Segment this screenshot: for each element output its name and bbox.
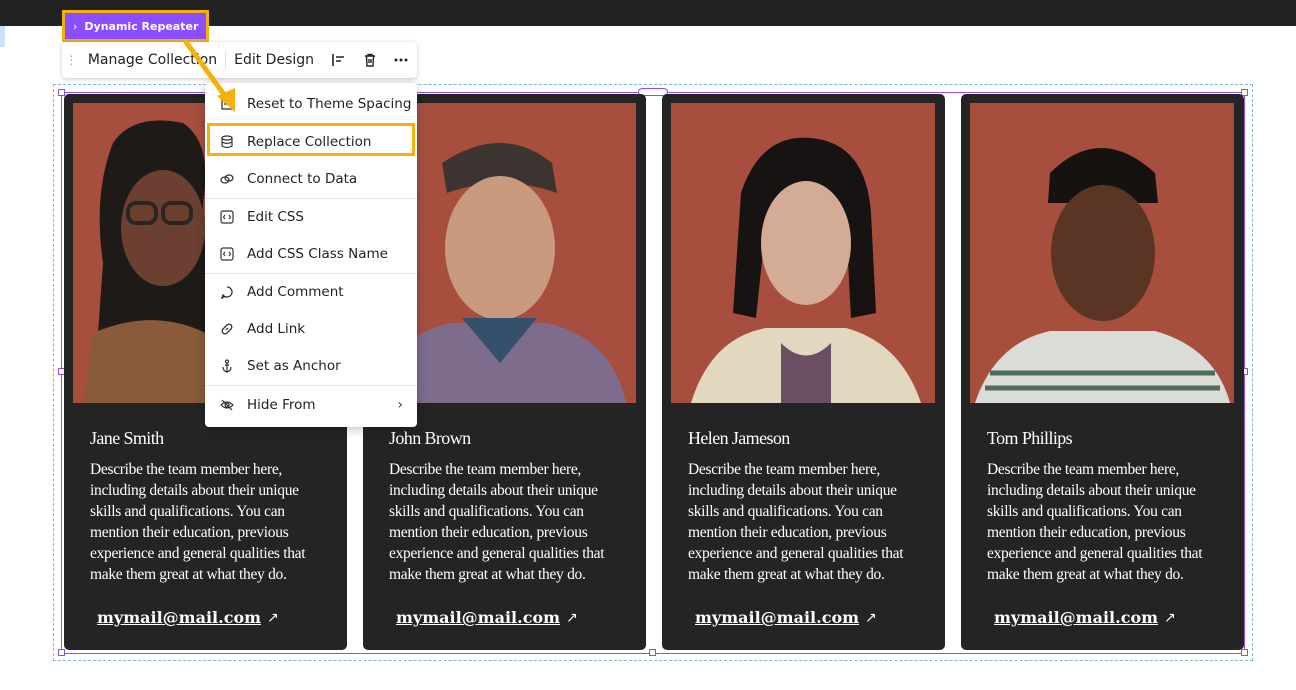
code-icon <box>219 209 235 225</box>
menu-item-label: Hide From <box>247 396 316 413</box>
dynamic-repeater-tag[interactable]: › Dynamic Repeater <box>62 10 210 42</box>
repeater-item[interactable]: Tom Phillips Describe the team member he… <box>961 94 1244 650</box>
menu-item-edit-css[interactable]: Edit CSS <box>205 198 417 235</box>
element-toolbar: ⋮ Manage Collection Edit Design <box>62 42 417 78</box>
repeater-item[interactable]: Helen Jameson Describe the team member h… <box>662 94 945 650</box>
link-data-icon <box>219 171 235 187</box>
corner-handle-bottom-right[interactable] <box>1241 649 1248 656</box>
bottom-resize-handle[interactable] <box>649 649 656 656</box>
menu-item-label: Reset to Theme Spacing <box>247 95 412 112</box>
chevron-right-icon: › <box>73 19 78 33</box>
spacing-icon <box>219 96 235 112</box>
external-arrow-icon: ↗ <box>267 610 279 626</box>
team-member-photo[interactable] <box>671 103 935 403</box>
team-member-photo[interactable] <box>970 103 1234 403</box>
corner-handle-bottom-left[interactable] <box>58 649 65 656</box>
menu-item-connect-data[interactable]: Connect to Data <box>205 160 417 197</box>
menu-item-label: Connect to Data <box>247 170 358 187</box>
member-name: Helen Jameson <box>688 428 790 448</box>
comment-icon <box>219 284 235 300</box>
menu-item-set-anchor[interactable]: Set as Anchor <box>205 347 417 384</box>
menu-item-label: Replace Collection <box>247 133 372 150</box>
more-options-icon[interactable] <box>385 42 417 78</box>
element-tag-label: Dynamic Repeater <box>84 19 199 33</box>
menu-item-reset-spacing[interactable]: Reset to Theme Spacing <box>205 85 417 122</box>
member-email-link[interactable]: mymail@mail.com <box>396 608 560 627</box>
menu-item-label: Set as Anchor <box>247 357 341 374</box>
hidden-eye-icon <box>219 397 235 413</box>
external-arrow-icon: ↗ <box>865 610 877 626</box>
more-actions-menu: Reset to Theme Spacing Replace Collectio… <box>205 83 417 427</box>
member-name: John Brown <box>389 428 471 448</box>
external-arrow-icon: ↗ <box>1164 610 1176 626</box>
edit-design-button[interactable]: Edit Design <box>226 52 322 68</box>
member-name: Jane Smith <box>90 428 164 448</box>
member-description: Describe the team member here, including… <box>90 461 306 583</box>
code-icon <box>219 246 235 262</box>
member-description: Describe the team member here, including… <box>688 461 904 583</box>
menu-item-add-comment[interactable]: Add Comment <box>205 273 417 310</box>
member-description: Describe the team member here, including… <box>987 461 1203 583</box>
menu-item-add-css-class[interactable]: Add CSS Class Name <box>205 235 417 272</box>
drag-handle-icon[interactable]: ⋮ <box>62 53 80 67</box>
database-icon <box>219 134 235 150</box>
member-email-link[interactable]: mymail@mail.com <box>994 608 1158 627</box>
menu-item-add-link[interactable]: Add Link <box>205 310 417 347</box>
menu-item-label: Add Comment <box>247 283 344 300</box>
menu-item-replace-collection[interactable]: Replace Collection <box>205 123 417 160</box>
delete-icon[interactable] <box>354 42 386 78</box>
member-email-link[interactable]: mymail@mail.com <box>695 608 859 627</box>
anchor-icon <box>219 358 235 374</box>
menu-item-label: Add CSS Class Name <box>247 245 388 262</box>
external-arrow-icon: ↗ <box>566 610 578 626</box>
chevron-right-icon: › <box>397 396 403 413</box>
corner-handle-top-left[interactable] <box>58 89 65 96</box>
menu-item-label: Add Link <box>247 320 306 337</box>
left-edge-marker <box>0 26 5 47</box>
link-icon <box>219 321 235 337</box>
menu-item-hide-from[interactable]: Hide From › <box>205 386 417 423</box>
manage-collection-button[interactable]: Manage Collection <box>80 52 225 68</box>
menu-item-label: Edit CSS <box>247 208 304 225</box>
align-icon[interactable] <box>322 42 354 78</box>
member-description: Describe the team member here, including… <box>389 461 605 583</box>
member-name: Tom Phillips <box>987 428 1073 448</box>
member-email-link[interactable]: mymail@mail.com <box>97 608 261 627</box>
